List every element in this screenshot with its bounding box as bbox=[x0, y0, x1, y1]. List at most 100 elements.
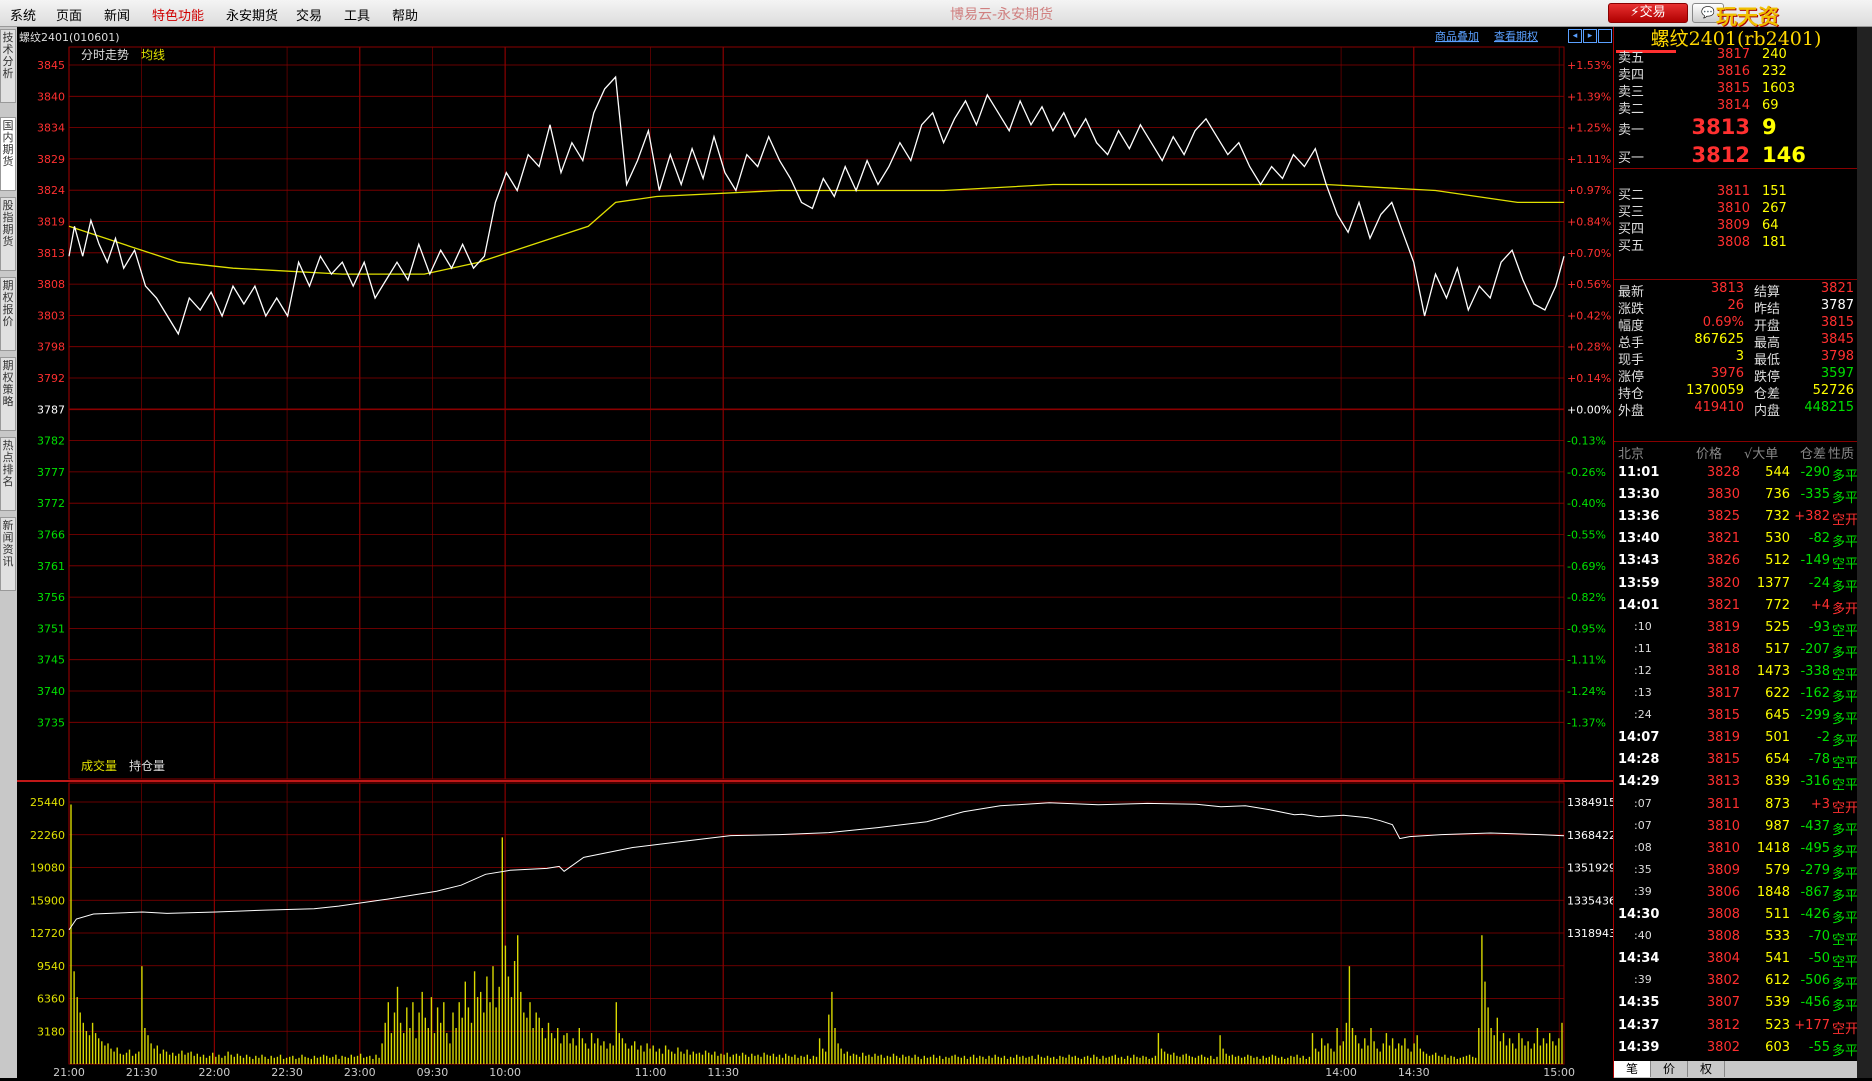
menu-help[interactable]: 帮助 bbox=[392, 5, 418, 24]
tick-price: 3811 bbox=[1706, 796, 1740, 812]
chart-area[interactable]: 螺纹2401(010601) 商品叠加 查看期权 分时走势 均线 成交量 持仓量… bbox=[17, 27, 1616, 1079]
bid-row[interactable]: 买五 3808 181 bbox=[1614, 235, 1858, 255]
legend-avg: 均线 bbox=[141, 48, 165, 62]
percent-tick-label: +1.53% bbox=[1567, 59, 1611, 72]
price-tick-label: 3766 bbox=[37, 529, 65, 542]
tick-row[interactable]: :24 3815 645 -299 多平 bbox=[1614, 706, 1858, 728]
time-tick-label: 11:30 bbox=[707, 1066, 739, 1078]
right-arrow-icon[interactable]: ▸ bbox=[1583, 29, 1597, 43]
percent-tick-label: -1.24% bbox=[1567, 685, 1606, 698]
menu-trade[interactable]: 交易 bbox=[296, 5, 322, 24]
tick-row[interactable]: 14:35 3807 539 -456 多平 bbox=[1614, 993, 1858, 1015]
tick-volume: 530 bbox=[1765, 531, 1790, 547]
menu-news[interactable]: 新闻 bbox=[104, 5, 130, 24]
tick-row[interactable]: :07 3810 987 -437 多平 bbox=[1614, 817, 1858, 839]
tick-nature: 多平 bbox=[1831, 911, 1858, 926]
tick-row[interactable]: 11:01 3828 544 -290 多平 bbox=[1614, 463, 1858, 485]
tick-price: 3809 bbox=[1706, 862, 1740, 878]
bid-row[interactable]: 买一 3812 146 bbox=[1614, 143, 1858, 167]
tab-price[interactable]: 价 bbox=[1651, 1061, 1688, 1077]
link-options[interactable]: 查看期权 bbox=[1494, 29, 1538, 43]
maximize-icon[interactable] bbox=[1598, 29, 1612, 43]
tick-row[interactable]: :10 3819 525 -93 空平 bbox=[1614, 618, 1858, 640]
tick-price: 3815 bbox=[1706, 708, 1740, 724]
tick-time: :24 bbox=[1634, 708, 1652, 722]
menu-system[interactable]: 系统 bbox=[10, 5, 36, 24]
tick-head-vol[interactable]: √大单 bbox=[1744, 443, 1778, 462]
menu-features[interactable]: 特色功能 bbox=[152, 5, 204, 24]
tab-rights[interactable]: 权 bbox=[1688, 1061, 1725, 1077]
tick-row[interactable]: :39 3806 1848 -867 多平 bbox=[1614, 883, 1858, 905]
menu-page[interactable]: 页面 bbox=[56, 5, 82, 24]
trade-button[interactable]: ⚡交易 bbox=[1608, 3, 1688, 23]
percent-tick-label: +0.14% bbox=[1567, 372, 1611, 385]
tick-row[interactable]: 13:36 3825 732 +382 空开 bbox=[1614, 507, 1858, 529]
tick-row[interactable]: 14:28 3815 654 -78 空平 bbox=[1614, 750, 1858, 772]
tick-row[interactable]: 14:07 3819 501 -2 多平 bbox=[1614, 728, 1858, 750]
tick-row[interactable]: :07 3811 873 +3 空开 bbox=[1614, 795, 1858, 817]
tab-trades[interactable]: 笔 bbox=[1614, 1061, 1651, 1077]
tick-row[interactable]: 14:34 3804 541 -50 空平 bbox=[1614, 949, 1858, 971]
tick-row[interactable]: 13:30 3830 736 -335 多平 bbox=[1614, 485, 1858, 507]
left-arrow-icon[interactable]: ◂ bbox=[1568, 29, 1582, 43]
bid-price: 3811 bbox=[1716, 184, 1750, 199]
price-tick-label: 3803 bbox=[37, 309, 65, 322]
tick-row[interactable]: 13:59 3820 1377 -24 多平 bbox=[1614, 574, 1858, 596]
tick-oi-diff: +4 bbox=[1810, 597, 1830, 613]
tick-row[interactable]: 14:30 3808 511 -426 多平 bbox=[1614, 905, 1858, 927]
tick-price: 3826 bbox=[1706, 553, 1740, 569]
right-scroll-strip[interactable] bbox=[1857, 27, 1872, 1078]
menubar: 系统 页面 新闻 特色功能 永安期货 交易 工具 帮助 博易云-永安期货 ⚡交易… bbox=[0, 0, 1872, 56]
tab-technical-analysis[interactable]: 技术分析 bbox=[0, 29, 16, 103]
link-overlay[interactable]: 商品叠加 bbox=[1435, 29, 1479, 43]
tick-oi-diff: -316 bbox=[1800, 774, 1830, 790]
tab-hot-ranking[interactable]: 热点排名 bbox=[0, 437, 16, 511]
tick-head-oi: 仓差 bbox=[1800, 447, 1827, 462]
tick-row[interactable]: :35 3809 579 -279 多平 bbox=[1614, 861, 1858, 883]
tick-head-price: 价格 bbox=[1696, 447, 1723, 462]
tick-row[interactable]: :08 3810 1418 -495 多平 bbox=[1614, 839, 1858, 861]
tick-row[interactable]: :11 3818 517 -207 多平 bbox=[1614, 640, 1858, 662]
tick-nature: 多开 bbox=[1831, 601, 1858, 617]
tick-row[interactable]: 14:37 3812 523 +177 空开 bbox=[1614, 1016, 1858, 1038]
tick-row[interactable]: 14:29 3813 839 -316 空平 bbox=[1614, 772, 1858, 794]
tick-row[interactable]: :40 3808 533 -70 空平 bbox=[1614, 927, 1858, 949]
price-tick-label: 3735 bbox=[37, 716, 65, 729]
tick-time: :39 bbox=[1634, 884, 1652, 898]
tab-options-strategy[interactable]: 期权策略 bbox=[0, 357, 16, 431]
percent-tick-label: -0.69% bbox=[1567, 560, 1606, 573]
ask-row[interactable]: 卖一 3813 9 bbox=[1614, 115, 1858, 139]
stat-value: 3787 bbox=[1820, 298, 1854, 313]
symbol-header: 螺纹2401(010601) bbox=[19, 30, 120, 44]
intraday-chart[interactable]: 螺纹2401(010601) 商品叠加 查看期权 分时走势 均线 成交量 持仓量… bbox=[17, 27, 1616, 1079]
stat-value: 0.69% bbox=[1702, 315, 1744, 330]
volume-tick-label: 25440 bbox=[30, 796, 65, 809]
tab-index-futures[interactable]: 股指期货 bbox=[0, 197, 16, 271]
tab-options-quote[interactable]: 期权报价 bbox=[0, 277, 16, 351]
time-tick-label: 09:30 bbox=[417, 1066, 449, 1078]
menu-tools[interactable]: 工具 bbox=[344, 5, 370, 24]
menu-yongan[interactable]: 永安期货 bbox=[226, 5, 278, 24]
tick-nature: 多平 bbox=[1831, 888, 1858, 904]
percent-tick-label: +1.25% bbox=[1567, 122, 1611, 135]
tick-oi-diff: -149 bbox=[1800, 553, 1830, 569]
tick-price: 3821 bbox=[1706, 531, 1740, 547]
tick-row[interactable]: :12 3818 1473 -338 空平 bbox=[1614, 662, 1858, 684]
tick-row[interactable]: 14:39 3802 603 -55 多平 bbox=[1614, 1038, 1858, 1060]
tick-row[interactable]: :39 3802 612 -506 多平 bbox=[1614, 971, 1858, 993]
tick-row[interactable]: :13 3817 622 -162 多平 bbox=[1614, 684, 1858, 706]
stat-value: 867625 bbox=[1694, 332, 1744, 347]
price-tick-label: 3819 bbox=[37, 216, 65, 229]
tick-time: 13:36 bbox=[1618, 509, 1660, 525]
stat-value: 3597 bbox=[1820, 366, 1854, 381]
tab-domestic-futures[interactable]: 国内期货 bbox=[0, 117, 16, 191]
tab-news[interactable]: 新闻资讯 bbox=[0, 517, 16, 591]
tick-oi-diff: -290 bbox=[1800, 465, 1830, 480]
tick-row[interactable]: 13:43 3826 512 -149 空平 bbox=[1614, 551, 1858, 573]
stat-value: 3798 bbox=[1820, 349, 1854, 364]
tick-row[interactable]: 14:01 3821 772 +4 多开 bbox=[1614, 596, 1858, 618]
tick-time: 13:43 bbox=[1618, 553, 1660, 569]
tick-volume: 539 bbox=[1765, 995, 1790, 1011]
percent-tick-label: +0.42% bbox=[1567, 309, 1611, 322]
tick-row[interactable]: 13:40 3821 530 -82 多平 bbox=[1614, 529, 1858, 551]
